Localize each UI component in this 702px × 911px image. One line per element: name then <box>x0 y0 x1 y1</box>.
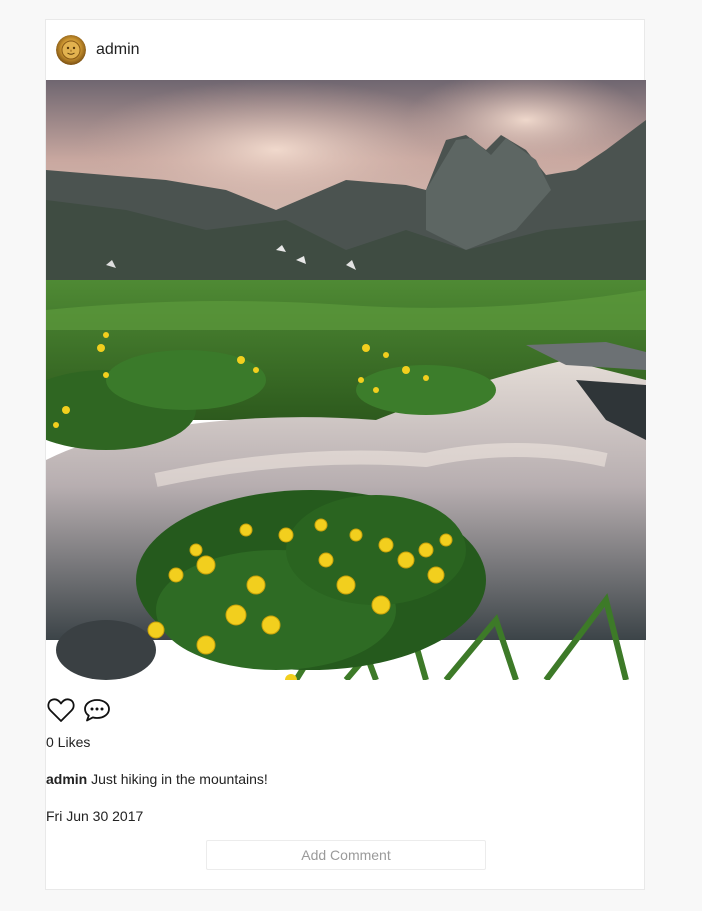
add-comment-input[interactable] <box>206 840 486 870</box>
speech-bubble-icon[interactable] <box>82 696 112 724</box>
post-header: admin <box>46 20 646 80</box>
post-username[interactable]: admin <box>96 41 140 59</box>
caption-username[interactable]: admin <box>46 771 87 787</box>
avatar[interactable] <box>56 35 86 65</box>
post-photo <box>46 80 646 680</box>
caption-text: Just hiking in the mountains! <box>91 771 268 787</box>
post-caption: admin Just hiking in the mountains! <box>46 771 268 787</box>
post-date: Fri Jun 30 2017 <box>46 808 144 824</box>
post-card: admin 0 Likes admin Just hiking in the m… <box>45 19 646 890</box>
post-actions <box>46 694 112 726</box>
likes-count: 0 Likes <box>46 734 91 750</box>
heart-icon[interactable] <box>46 696 76 724</box>
